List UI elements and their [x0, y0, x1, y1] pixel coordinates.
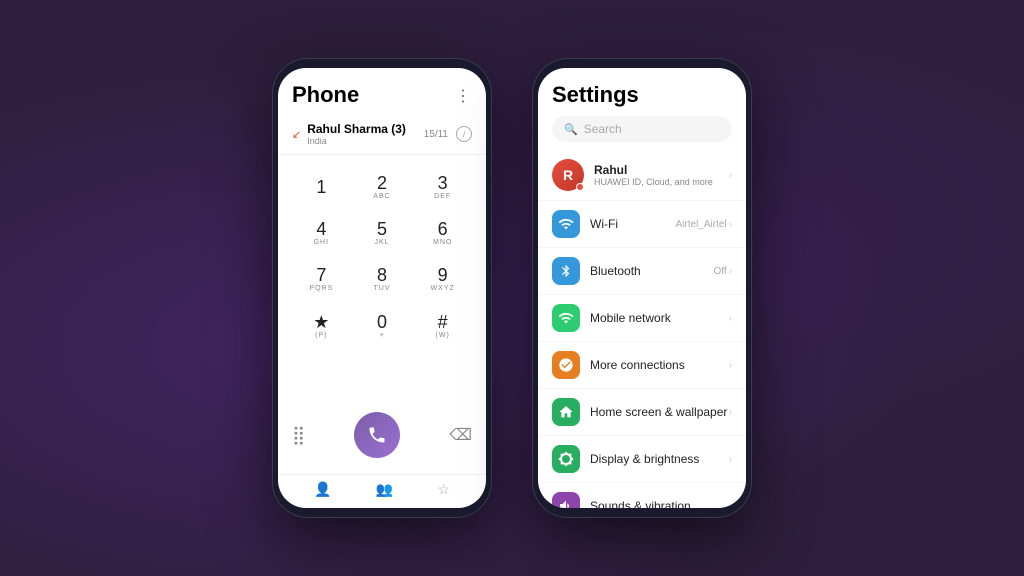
dial-key-4[interactable]: 4 GHI: [292, 211, 351, 255]
backspace-icon[interactable]: ⌫: [449, 425, 472, 445]
profile-sub: HUAWEI ID, Cloud, and more: [594, 177, 729, 187]
phone-dialer: Phone ⋮ ↙ Rahul Sharma (3) India 15/11 i: [272, 58, 492, 518]
dial-key-0[interactable]: 0 +: [353, 304, 412, 348]
recent-call-item[interactable]: ↙ Rahul Sharma (3) India 15/11 i: [278, 114, 486, 155]
phones-container: Phone ⋮ ↙ Rahul Sharma (3) India 15/11 i: [272, 58, 752, 518]
settings-list: R Rahul HUAWEI ID, Cloud, and more ›: [538, 150, 746, 508]
phone-settings: Settings 🔍 Search R Rahul: [532, 58, 752, 518]
settings-search-bar[interactable]: 🔍 Search: [552, 116, 732, 142]
settings-item-wifi[interactable]: Wi-Fi Airtel_Airtel ›: [538, 201, 746, 248]
contacts-nav-icon[interactable]: 👤: [314, 481, 331, 498]
display-label: Display & brightness: [590, 452, 729, 466]
dial-key-3[interactable]: 3 DEF: [413, 165, 472, 209]
call-button[interactable]: [354, 412, 400, 458]
search-icon: 🔍: [564, 123, 578, 136]
dial-key-star[interactable]: ★ (P): [292, 304, 351, 348]
dial-key-hash[interactable]: # (W): [413, 304, 472, 348]
notification-dot: [576, 183, 584, 191]
settings-item-mobile[interactable]: Mobile network ›: [538, 295, 746, 342]
settings-header: Settings 🔍 Search: [538, 68, 746, 150]
caller-name: Rahul Sharma (3): [307, 122, 406, 136]
chevron-icon: ›: [729, 360, 732, 371]
settings-item-display[interactable]: Display & brightness ›: [538, 436, 746, 483]
chevron-icon: ›: [729, 501, 732, 509]
bluetooth-value: Off: [714, 266, 727, 277]
info-icon[interactable]: i: [456, 126, 472, 142]
avatar: R: [552, 159, 584, 191]
bluetooth-icon: [552, 257, 580, 285]
display-icon: [552, 445, 580, 473]
homescreen-icon: [552, 398, 580, 426]
add-contact-nav-icon[interactable]: 👥: [376, 481, 393, 498]
wifi-label: Wi-Fi: [590, 217, 676, 231]
bluetooth-label: Bluetooth: [590, 264, 714, 278]
call-info: Rahul Sharma (3) India: [307, 122, 406, 146]
bottom-nav: 👤 👥 ☆: [278, 474, 486, 508]
wifi-icon: [552, 210, 580, 238]
chevron-icon: ›: [729, 313, 732, 324]
settings-screen: Settings 🔍 Search R Rahul: [538, 68, 746, 508]
chevron-icon: ›: [729, 170, 732, 181]
search-placeholder: Search: [584, 122, 622, 136]
dial-key-7[interactable]: 7 PQRS: [292, 257, 351, 301]
call-arrow: ↙: [292, 128, 301, 141]
settings-item-profile[interactable]: R Rahul HUAWEI ID, Cloud, and more ›: [538, 150, 746, 201]
dial-key-1[interactable]: 1: [292, 165, 351, 209]
dialer-bottom: ⣿ ⌫: [278, 404, 486, 474]
dial-key-8[interactable]: 8 TUV: [353, 257, 412, 301]
connections-label: More connections: [590, 358, 729, 372]
dial-key-6[interactable]: 6 MNO: [413, 211, 472, 255]
settings-item-homescreen[interactable]: Home screen & wallpaper ›: [538, 389, 746, 436]
dialer-title: Phone: [292, 82, 359, 108]
homescreen-label: Home screen & wallpaper: [590, 405, 729, 419]
settings-item-connections[interactable]: More connections ›: [538, 342, 746, 389]
menu-icon[interactable]: ⋮: [455, 86, 472, 106]
favorites-nav-icon[interactable]: ☆: [437, 481, 450, 498]
wifi-value: Airtel_Airtel: [676, 219, 727, 230]
sound-icon: [552, 492, 580, 508]
connections-icon: [552, 351, 580, 379]
settings-title: Settings: [552, 82, 732, 108]
caller-country: India: [307, 136, 406, 146]
dial-key-2[interactable]: 2 ABC: [353, 165, 412, 209]
mobile-icon: [552, 304, 580, 332]
dial-key-9[interactable]: 9 WXYZ: [413, 257, 472, 301]
mobile-label: Mobile network: [590, 311, 729, 325]
dial-key-5[interactable]: 5 JKL: [353, 211, 412, 255]
chevron-icon: ›: [729, 407, 732, 418]
profile-name: Rahul: [594, 163, 729, 177]
chevron-icon: ›: [729, 454, 732, 465]
chevron-icon: ›: [729, 219, 732, 230]
grid-icon[interactable]: ⣿: [292, 425, 305, 446]
call-count: 15/11: [424, 129, 448, 140]
dialer-header: Phone ⋮: [278, 68, 486, 114]
sound-label: Sounds & vibration: [590, 499, 729, 508]
recent-call-left: ↙ Rahul Sharma (3) India: [292, 122, 406, 146]
dialer-screen: Phone ⋮ ↙ Rahul Sharma (3) India 15/11 i: [278, 68, 486, 508]
chevron-icon: ›: [729, 266, 732, 277]
dialpad: 1 2 ABC 3 DEF 4 GHI: [278, 155, 486, 404]
settings-item-bluetooth[interactable]: Bluetooth Off ›: [538, 248, 746, 295]
settings-item-sound[interactable]: Sounds & vibration ›: [538, 483, 746, 508]
